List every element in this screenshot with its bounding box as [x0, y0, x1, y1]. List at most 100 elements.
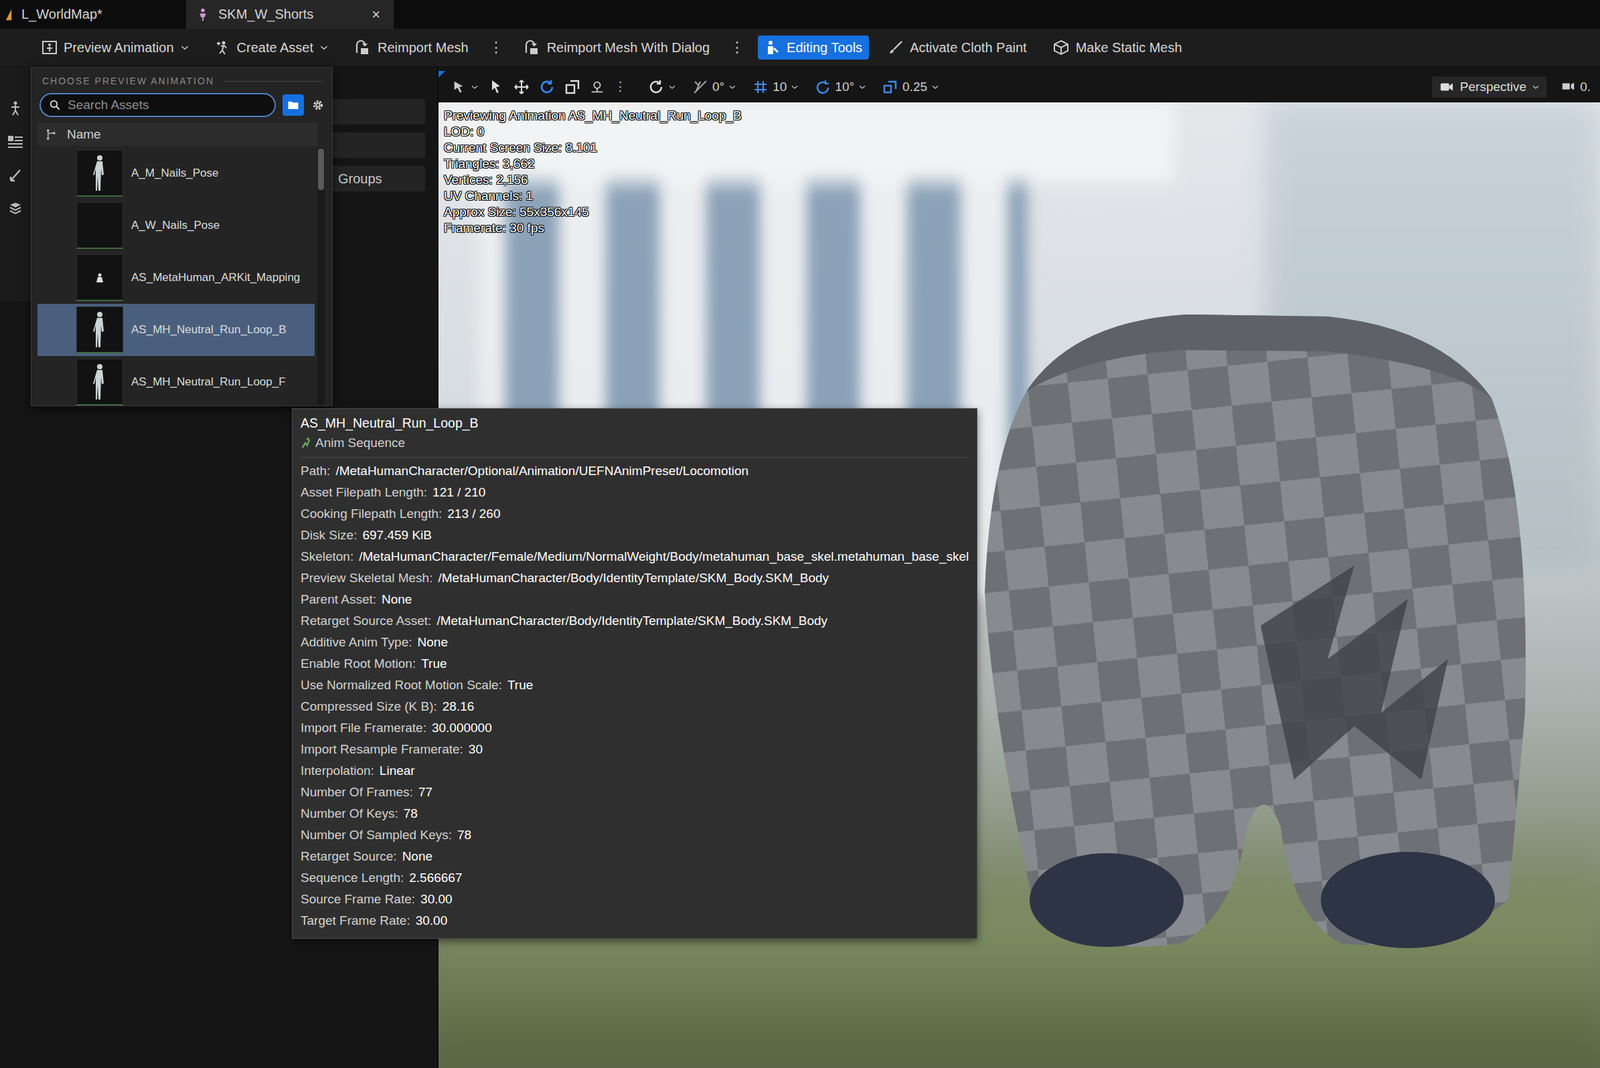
transform-tool-button[interactable]	[513, 78, 530, 96]
scrollbar[interactable]	[317, 147, 325, 406]
property-row: Use Normalized Root Motion Scale:True	[300, 674, 969, 697]
camera-speed-button[interactable]: 0.	[1561, 79, 1591, 95]
toolbar-button[interactable]: Reimport Mesh With Dialog	[516, 35, 717, 60]
level-icon	[4, 8, 14, 22]
snap-toggle[interactable]: 0.25	[882, 78, 940, 96]
details-icon	[6, 133, 25, 150]
editor-tab[interactable]: L_WorldMap*	[0, 0, 181, 29]
search-field[interactable]	[39, 93, 276, 118]
property-key: Preview Skeletal Mesh:	[300, 567, 433, 590]
heading-label: CHOOSE PREVIEW ANIMATION	[42, 75, 215, 87]
settings-button[interactable]	[310, 97, 326, 113]
snap-toggle[interactable]: 10	[752, 78, 799, 96]
more-options: ⋮	[488, 38, 504, 57]
perspective-button[interactable]: Perspective	[1431, 76, 1547, 98]
transform-tool-button[interactable]	[538, 78, 555, 96]
create-asset-icon	[214, 39, 231, 56]
browse-button[interactable]	[282, 94, 304, 116]
more-options: ⋮	[729, 38, 745, 57]
animation-row[interactable]: AS_MH_Neutral_Run_Loop_B	[37, 303, 315, 357]
stat-line: Framerate: 30 fps	[443, 220, 742, 237]
gear-icon	[310, 97, 326, 113]
toolbar-label: Activate Cloth Paint	[909, 40, 1027, 56]
camera-speed-icon	[1561, 79, 1576, 95]
toolbar-label: Preview Animation	[63, 40, 175, 56]
property-value: True	[507, 674, 533, 697]
toolbar-label: Make Static Mesh	[1075, 40, 1183, 56]
property-key: Parent Asset:	[300, 589, 377, 611]
mode-button[interactable]	[7, 200, 24, 220]
skeletal-mesh-icon	[195, 7, 211, 23]
toolbar-button[interactable]: Editing Tools	[757, 35, 869, 60]
snap-value: 10°	[834, 79, 855, 95]
toolbar-button[interactable]: Reimport Mesh	[347, 35, 476, 60]
property-key: Compressed Size (K B):	[300, 696, 438, 718]
more-button[interactable]: ⋮	[728, 34, 746, 61]
property-value: /MetaHumanCharacter/Female/Medium/Normal…	[358, 546, 969, 568]
chevron-down-icon	[728, 83, 737, 92]
property-key: Retarget Source:	[300, 846, 397, 868]
property-row: Import Resample Framerate:30	[300, 739, 969, 761]
property-row: Number Of Sampled Keys:78	[300, 824, 969, 847]
asset-tooltip: AS_MH_Neutral_Run_Loop_BAnim SequencePat…	[291, 408, 978, 940]
close-tab-button[interactable]: ×	[368, 6, 383, 24]
property-key: Import Resample Framerate:	[300, 739, 464, 761]
toolbar-button[interactable]: Create Asset	[208, 35, 337, 60]
search-input[interactable]	[66, 97, 267, 114]
more-options[interactable]: ⋮	[613, 78, 627, 95]
mode-button[interactable]	[7, 100, 24, 120]
transform-tool-button[interactable]	[488, 78, 505, 96]
toolbar-button[interactable]: Activate Cloth Paint	[881, 35, 1034, 60]
snap-toggle[interactable]: 10°	[814, 78, 867, 96]
camera-speed: 0.	[1579, 79, 1591, 95]
toolbar-button[interactable]: Make Static Mesh	[1045, 35, 1189, 60]
more-button[interactable]: ⋮	[487, 34, 505, 61]
property-value: 2.566667	[409, 867, 462, 890]
toolbar-button[interactable]: Preview Animation	[34, 35, 197, 60]
thumbnail-figure-icon	[95, 273, 104, 283]
property-row: Disk Size:697.459 KiB	[300, 524, 969, 547]
animation-row[interactable]: AS_MetaHuman_ARKit_Mapping	[37, 251, 315, 304]
animation-row[interactable]: A_M_Nails_Pose	[37, 147, 315, 200]
coordinate-space-button[interactable]	[648, 78, 677, 96]
property-key: Sequence Length:	[300, 867, 404, 890]
property-value: 30.00	[420, 889, 453, 911]
tab-label: L_WorldMap*	[21, 6, 103, 23]
mode-button[interactable]	[6, 133, 25, 153]
scale-icon	[564, 78, 581, 96]
animation-row[interactable]: A_W_Nails_Pose	[37, 199, 315, 252]
anim-sequence-icon	[300, 437, 312, 450]
viewport-stats: Previewing Animation AS_MH_Neutral_Run_L…	[443, 107, 742, 237]
property-value: 30	[468, 739, 483, 761]
select-mode-button[interactable]	[451, 79, 479, 95]
transform-tool-button[interactable]	[564, 78, 581, 96]
property-key: Target Frame Rate:	[300, 910, 411, 932]
panel-button[interactable]	[331, 99, 426, 125]
camera-icon	[1438, 80, 1455, 94]
property-key: Asset Filepath Length:	[300, 482, 428, 504]
rotation-snap-icon	[814, 78, 831, 96]
column-header[interactable]: Name	[37, 122, 318, 146]
stat-line: Current Screen Size: 8.101	[443, 139, 742, 156]
property-row: Sequence Length:2.566667	[300, 867, 969, 890]
scrollbar-thumb[interactable]	[317, 148, 325, 191]
tab-label: SKM_W_Shorts	[218, 6, 314, 23]
select-mode-icon	[451, 79, 467, 95]
thumbnail-figure-icon	[91, 363, 108, 402]
shorts-mesh[interactable]	[979, 311, 1531, 959]
rotate-icon	[538, 78, 555, 96]
panel-button[interactable]	[331, 132, 426, 158]
property-value: 697.459 KiB	[362, 524, 432, 547]
animation-name: AS_MH_Neutral_Run_Loop_B	[131, 323, 287, 337]
property-row: Source Frame Rate:30.00	[300, 889, 969, 911]
animation-row[interactable]: AS_MH_Neutral_Run_Loop_F	[37, 356, 315, 406]
mode-button[interactable]	[7, 167, 24, 187]
property-row: Number Of Keys:78	[300, 803, 969, 825]
asset-toolbar: Preview Animation Create Asset Reimport Me…	[0, 28, 1600, 67]
groups-button[interactable]: Groups	[331, 166, 426, 192]
angle-snap-icon	[692, 78, 709, 96]
chevron-down-icon	[1531, 83, 1540, 92]
editor-tab[interactable]: SKM_W_Shorts ×	[186, 0, 394, 29]
animation-thumbnail	[76, 306, 124, 354]
snap-toggle[interactable]: 0°	[692, 78, 737, 96]
